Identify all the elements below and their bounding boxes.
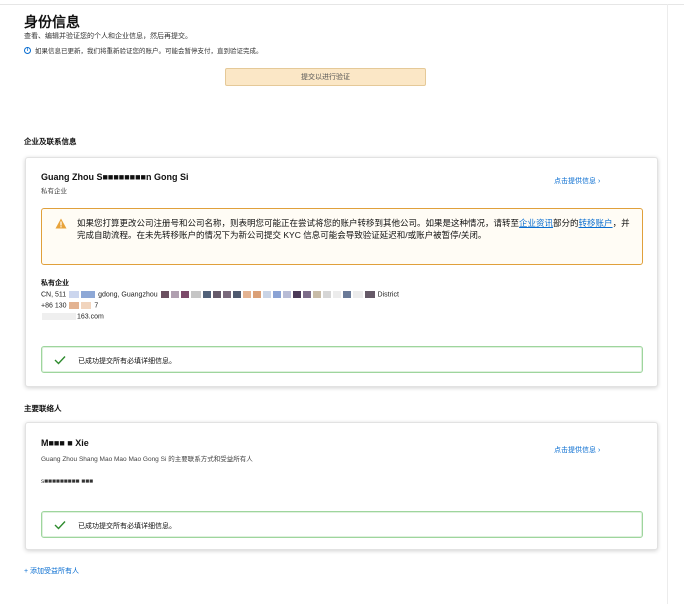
business-success-text: 已成功提交所有必填详细信息。 xyxy=(78,358,176,365)
page-title: 身份信息 xyxy=(24,14,80,30)
company-name-text: Guang Zhou S■■■■■■■■n Gong Si xyxy=(41,172,189,182)
redaction-block xyxy=(364,291,375,298)
redaction-block xyxy=(242,291,251,298)
contact-section-title: 主要联络人 xyxy=(24,404,62,413)
redaction-block xyxy=(252,291,261,298)
warning-text: 如果您打算更改公司注册号和公司名称，则表明您可能正在尝试将您的账户转移到其他公司… xyxy=(77,218,632,241)
redaction-block xyxy=(342,291,351,298)
redaction-block xyxy=(81,302,92,309)
check-icon xyxy=(54,521,66,530)
redaction-block xyxy=(69,291,80,298)
redaction-block xyxy=(292,291,301,298)
redaction-block xyxy=(322,291,331,298)
redaction-block xyxy=(312,291,321,298)
phone-prefix: +86 130 xyxy=(41,302,67,310)
redaction-block xyxy=(81,291,96,298)
redaction-block xyxy=(212,291,221,298)
top-divider xyxy=(0,4,684,5)
redaction-block xyxy=(262,291,271,298)
redaction-block xyxy=(160,291,169,298)
redaction-block xyxy=(332,291,341,298)
redaction-block xyxy=(302,291,311,298)
redaction-block xyxy=(352,291,363,298)
transfer-warning: 如果您打算更改公司注册号和公司名称，则表明您可能正在尝试将您的账户转移到其他公司… xyxy=(41,208,643,265)
update-notice: i 如果信息已更新，我们将重新验证您的账户。可能会暂停支付，直到验证完成。 xyxy=(24,45,263,55)
company-type: 私有企业 xyxy=(41,188,67,195)
contact-success-text: 已成功提交所有必填详细信息。 xyxy=(78,523,176,530)
redaction-block xyxy=(222,291,231,298)
transfer-account-link[interactable]: 转移账户 xyxy=(579,218,613,228)
contact-provide-info-link[interactable]: 点击提供信息 › xyxy=(554,445,600,455)
contact-success-message: 已成功提交所有必填详细信息。 xyxy=(41,511,643,538)
add-beneficial-owner-link[interactable]: + 添加受益所有人 xyxy=(24,566,79,576)
email-line: 163.com xyxy=(41,313,104,320)
right-divider xyxy=(667,4,668,604)
address-mid: gdong, Guangzhou xyxy=(98,291,158,299)
warning-text-part-2: 部分的 xyxy=(553,218,579,228)
warning-icon xyxy=(55,218,67,229)
address-label: 私有企业 xyxy=(41,280,69,287)
business-info-link[interactable]: 企业资讯 xyxy=(519,218,553,228)
redaction-block xyxy=(42,313,76,320)
address-prefix: CN, 511 xyxy=(41,291,67,299)
email-suffix: 163.com xyxy=(77,313,104,321)
redaction-block xyxy=(180,291,189,298)
business-provide-info-link[interactable]: 点击提供信息 › xyxy=(554,176,600,186)
redaction-block xyxy=(282,291,291,298)
contact-description: Guang Zhou Shang Mao Mao Mao Gong Si 的主要… xyxy=(41,456,253,463)
business-card: Guang Zhou S■■■■■■■■n Gong Si 私有企业 点击提供信… xyxy=(25,157,658,387)
phone-line: +86 130 7 xyxy=(41,302,98,309)
redaction-block xyxy=(232,291,241,298)
redaction-block xyxy=(272,291,281,298)
info-icon: i xyxy=(24,46,31,54)
redaction-block xyxy=(202,291,211,298)
contact-card: M■■■ ■ Xie Guang Zhou Shang Mao Mao Mao … xyxy=(25,422,658,550)
update-notice-text: 如果信息已更新，我们将重新验证您的账户。可能会暂停支付，直到验证完成。 xyxy=(35,48,263,55)
submit-for-verification-button[interactable]: 提交以进行验证 xyxy=(225,68,426,86)
redaction-block xyxy=(190,291,201,298)
contact-name: M■■■ ■ Xie xyxy=(41,438,89,448)
page-subtitle: 查看、编辑并验证您的个人和企业信息，然后再提交。 xyxy=(24,33,192,40)
redaction-block xyxy=(170,291,179,298)
business-section-title: 企业及联系信息 xyxy=(24,137,77,146)
company-name: Guang Zhou S■■■■■■■■n Gong Si xyxy=(41,172,188,182)
warning-text-part-1: 如果您打算更改公司注册号和公司名称，则表明您可能正在尝试将您的账户转移到其他公司… xyxy=(77,218,520,228)
contact-email: s■■■■■■■■■ ■■■ xyxy=(41,478,94,485)
check-icon xyxy=(54,356,66,365)
address-line: CN, 511 gdong, Guangzhou District xyxy=(41,291,399,298)
redaction-block xyxy=(69,302,80,309)
address-suffix: District xyxy=(377,291,399,299)
business-success-message: 已成功提交所有必填详细信息。 xyxy=(41,346,643,373)
phone-suffix: 7 xyxy=(94,302,99,310)
